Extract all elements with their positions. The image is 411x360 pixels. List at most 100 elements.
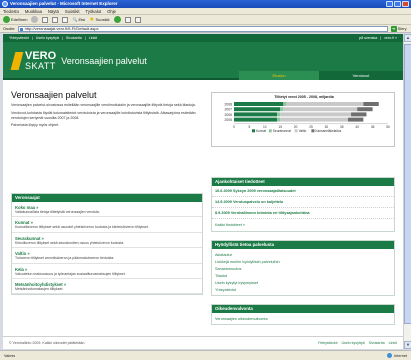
service-item[interactable]: Kunnat » Kunnallisveron tilitykset sekä … (12, 217, 202, 233)
browser-toolbar: Edellinen 🔍 Etsi ★ Suosikit (0, 15, 411, 25)
useful-heading: Hyödyllistä tietoa palvelusta (212, 241, 394, 249)
menu-nayta[interactable]: Näytä (48, 9, 59, 14)
back-button[interactable]: Edellinen (3, 16, 27, 23)
tick-label: 45 (371, 125, 375, 129)
topnav-sivukartta[interactable]: Sivukartta (66, 36, 82, 40)
useful-link[interactable]: Yhteystiedot (215, 286, 391, 293)
web-page: Yhteystiedot | Usein kysyttyä | Sivukartta… (3, 34, 403, 349)
legend-swatch (294, 129, 298, 133)
tick-label: 50 (386, 125, 390, 129)
bar-segment (347, 117, 364, 122)
favorites-button[interactable]: ★ Suosikit (89, 16, 109, 23)
intro-paragraph: Veronsaajien palvelut-sivustossa esitell… (11, 103, 196, 107)
search-button[interactable]: 🔍 Etsi (72, 17, 85, 22)
media-icon[interactable] (113, 16, 121, 23)
services-heading: Veronsaajat (12, 194, 202, 202)
topnav-usein-kysyttya[interactable]: Usein kysyttyä (36, 36, 59, 40)
news-item[interactable]: 14.9.2009 Verotuspalvelu on kuljettelu (212, 197, 394, 208)
legend-label: Valtio (299, 129, 307, 133)
bar-segment (234, 117, 278, 122)
bar-segment (280, 107, 284, 112)
topnav-yhteystiedot[interactable]: Yhteystiedot (9, 36, 29, 40)
search-icon: 🔍 (72, 17, 78, 22)
scroll-down-icon[interactable]: ▼ (404, 341, 411, 349)
bar-segment (234, 107, 281, 112)
vertical-scrollbar[interactable]: ▲ ▼ (403, 34, 411, 349)
menu-suosikit[interactable]: Suosikit (65, 9, 80, 14)
service-item[interactable]: Koko maa » Valtakunnallisia tietoja tili… (12, 202, 202, 218)
rights-panel: Oikeudenvalvonta Veronsaajien oikeudenva… (211, 304, 395, 325)
tab-etusivu[interactable]: Etusivu (239, 71, 319, 80)
site-header: VERO SKATT Veronsaajien palvelut Etusivu… (3, 42, 403, 80)
service-item[interactable]: Seurakunnat » Kirkollisveron tilitykset … (12, 233, 202, 249)
go-arrow-icon: ➜ (390, 25, 397, 32)
footer-link[interactable]: Sivukartta (369, 341, 385, 345)
print-icon[interactable] (134, 16, 141, 23)
main-content: Veronsaajien palvelut Veronsaajien palve… (3, 82, 403, 332)
maximize-button[interactable] (394, 1, 401, 7)
intro-paragraph: Palvelusta löytyy myös ohjeet. (11, 123, 60, 128)
address-label: Osoite (3, 26, 15, 31)
page-title: Veronsaajien palvelut (11, 90, 97, 100)
minimize-button[interactable] (386, 1, 393, 7)
back-arrow-icon (3, 16, 10, 23)
tax-chart: Tilitetyt verot 2005 - 2008, miljardia 2… (211, 92, 395, 147)
home-icon[interactable] (62, 16, 69, 23)
bar-segment (234, 102, 284, 106)
tick-label: 20 (294, 125, 298, 129)
window-title: Veronsaajien palvelut - Microsoft Intern… (10, 1, 118, 6)
news-panel: Ajankohtaiset tiedotteet 16.6.2009 Syksy… (211, 177, 395, 232)
status-text: Valmis (4, 353, 16, 358)
topnav-linkit[interactable]: Linkit (89, 36, 97, 40)
topnav-svenska[interactable]: på svenska (359, 36, 377, 40)
tab-veroluvut[interactable]: Veroluvut (319, 71, 403, 80)
service-desc: Valtakunnallisia tietoja tilitetyistä ve… (15, 210, 100, 214)
scroll-up-icon[interactable]: ▲ (404, 34, 411, 42)
category-label: 2005 (224, 118, 232, 122)
useful-link[interactable]: Sanastomuutos (215, 265, 391, 272)
menu-tyokalut[interactable]: Työkalut (86, 9, 102, 14)
address-bar: Osoite http://veronsaajat.vero.fi/fi-FI/… (0, 25, 411, 33)
refresh-icon[interactable] (52, 16, 59, 23)
category-label: 2007 (224, 108, 232, 112)
window-controls (386, 1, 409, 7)
useful-link[interactable]: Aikataulut (215, 251, 391, 258)
services-panel: Veronsaajat Koko maa » Valtakunnallisia … (11, 193, 203, 296)
intro-paragraph: Veroluvut-kohdasta löydät kokonaistiedot… (11, 110, 196, 120)
footer-link[interactable]: Usein kysyttyä (341, 341, 364, 345)
bar-segment (280, 112, 352, 117)
rights-link[interactable]: Veronsaajien oikeudenvalvonta (215, 315, 391, 322)
menu-ohje[interactable]: Ohje (107, 9, 116, 14)
scroll-thumb[interactable] (404, 44, 411, 324)
menu-muokkaa[interactable]: Muokkaa (25, 9, 42, 14)
site-topnav: Yhteystiedot | Usein kysyttyä | Sivukartta… (3, 34, 403, 42)
legend-swatch (252, 129, 255, 133)
forward-button[interactable] (31, 16, 39, 23)
topnav-vero-fi[interactable]: vero.fi » (384, 36, 397, 40)
useful-link[interactable]: Usein kysytyt kysymykset (215, 279, 391, 286)
useful-link[interactable]: Tilastot (215, 272, 391, 279)
url-input[interactable]: http://veronsaajat.vero.fi/fi-FI/Default… (17, 25, 388, 32)
news-item[interactable]: 8.9.2009 Verohallinnon toiminta eri tili… (212, 208, 394, 219)
service-desc: Kirkollisveron tilitykset sekä seurakunt… (15, 240, 125, 245)
site-logo[interactable]: VERO SKATT Veronsaajien palvelut (10, 48, 173, 74)
service-item[interactable]: Metsänhoitoyhdistykset » Metsänhoitomaks… (12, 279, 202, 295)
stop-icon[interactable] (42, 16, 49, 23)
go-button[interactable]: ➜ Siirry (390, 25, 407, 32)
bar-segment (277, 117, 281, 122)
useful-link[interactable]: Linkkejä muihin hyödyllisiin palveluihin (215, 258, 391, 265)
all-news-link[interactable]: Kaikki tiedotteet » (212, 219, 394, 231)
mail-icon[interactable] (124, 16, 131, 23)
service-item[interactable]: Kela » Vakuutetun maksuosuus ja työnanta… (12, 264, 202, 280)
footer-link[interactable]: Linkit (389, 341, 397, 345)
menu-tiedosto[interactable]: Tiedosto (3, 9, 19, 14)
legend-label: Kansaneläkelaitos (315, 129, 341, 133)
bar-segment (277, 112, 281, 117)
category-label: 2006 (224, 113, 232, 117)
bar-segment (357, 107, 373, 112)
ie-logo-icon (2, 1, 8, 7)
service-item[interactable]: Valtio » Tuloveron tilitykset arvonlisäv… (12, 248, 202, 264)
footer-link[interactable]: Yhteystiedot (318, 341, 338, 345)
close-button[interactable] (402, 1, 409, 7)
news-item[interactable]: 16.6.2009 Syksyn 2009 veronsaajatilaisuu… (212, 186, 394, 197)
